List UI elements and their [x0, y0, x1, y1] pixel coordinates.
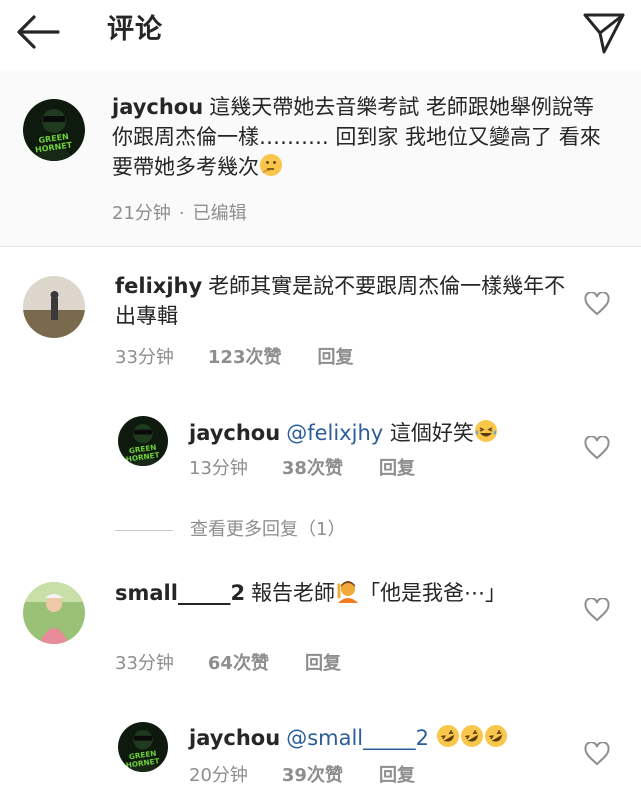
- heart-icon[interactable]: [584, 597, 610, 622]
- heart-icon[interactable]: [584, 291, 610, 316]
- avatar[interactable]: GREEN HORNET: [23, 99, 85, 161]
- green-hornet-avatar-icon: GREEN HORNET: [118, 722, 168, 772]
- view-more-label: 查看更多回复（1）: [190, 519, 346, 540]
- reply-button[interactable]: 回复: [317, 346, 353, 370]
- caption-time: 21分钟: [112, 203, 171, 224]
- heart-icon[interactable]: [584, 435, 610, 460]
- green-hornet-avatar-icon: GREEN HORNET: [23, 99, 85, 161]
- laughing-tears-icon: [474, 419, 498, 451]
- comment-username[interactable]: felixjhy: [115, 274, 202, 298]
- heart-icon[interactable]: [584, 741, 610, 766]
- person-raising-hand-icon: [335, 579, 359, 611]
- like-count[interactable]: 123次赞: [208, 346, 282, 370]
- top-bar: 评论: [0, 0, 641, 71]
- send-icon: [583, 13, 625, 54]
- landscape-avatar-icon: [23, 276, 85, 338]
- reply-time: 13分钟: [189, 458, 248, 479]
- reply-text: jaychou @small_____2: [189, 723, 579, 756]
- comment-username[interactable]: small_____2: [115, 581, 245, 605]
- comment-meta: 33分钟 64次赞 回复: [115, 652, 341, 676]
- reply-mention[interactable]: @small_____2: [286, 726, 429, 750]
- reply-mention[interactable]: @felixjhy: [286, 421, 383, 445]
- comment-meta: 33分钟 123次赞 回复: [115, 346, 353, 370]
- like-count[interactable]: 38次赞: [282, 457, 343, 481]
- divider-line: [115, 530, 173, 531]
- back-arrow-icon: [17, 15, 60, 49]
- comment-body-quote: 「他是我爸⋯」: [359, 581, 507, 605]
- rolling-laughing-icon: [460, 724, 484, 756]
- rolling-laughing-icon: [436, 724, 460, 756]
- reply-button[interactable]: 回复: [305, 652, 341, 676]
- green-hornet-avatar-icon: GREEN HORNET: [118, 416, 168, 466]
- post-caption: GREEN HORNET jaychou 這幾天帶她去音樂考試 老師跟她舉例說等你…: [0, 70, 641, 247]
- avatar[interactable]: GREEN HORNET: [118, 416, 168, 466]
- reply-button[interactable]: 回复: [379, 764, 415, 788]
- caption-text: jaychou 這幾天帶她去音樂考試 老師跟她舉例說等你跟周杰倫一樣………. 回到…: [112, 92, 612, 185]
- like-count[interactable]: 64次赞: [208, 652, 269, 676]
- page-title: 评论: [107, 14, 163, 45]
- back-button[interactable]: [14, 12, 62, 52]
- comment-time: 33分钟: [115, 653, 174, 674]
- reply-meta: 20分钟 39次赞 回复: [189, 764, 415, 788]
- reply-body: 這個好笑: [389, 421, 474, 445]
- caption-meta: 21分钟 · 已编辑: [112, 203, 247, 224]
- avatar[interactable]: [23, 276, 85, 338]
- comment-body: 報告老師: [251, 581, 336, 605]
- reply-username[interactable]: jaychou: [189, 421, 280, 445]
- reply-time: 20分钟: [189, 765, 248, 786]
- avatar[interactable]: [23, 582, 85, 644]
- reply-meta: 13分钟 38次赞 回复: [189, 457, 415, 481]
- reply-button[interactable]: 回复: [379, 457, 415, 481]
- rolling-laughing-icon: [484, 724, 508, 756]
- like-count[interactable]: 39次赞: [282, 764, 343, 788]
- comment-text: small_____2 報告老師 「他是我爸⋯」: [115, 578, 575, 611]
- view-more-replies[interactable]: 查看更多回复（1）: [115, 516, 415, 546]
- reply-username[interactable]: jaychou: [189, 726, 280, 750]
- caption-username[interactable]: jaychou: [112, 95, 203, 119]
- comment-text: felixjhy 老師其實是說不要跟周杰倫一樣幾年不出專輯: [115, 271, 575, 331]
- send-button[interactable]: [580, 8, 628, 56]
- comment-time: 33分钟: [115, 347, 174, 368]
- golfer-avatar-icon: [23, 582, 85, 644]
- edited-label: 已编辑: [192, 203, 247, 224]
- thinking-face-icon: [259, 153, 283, 185]
- reply-text: jaychou @felixjhy 這個好笑: [189, 418, 579, 451]
- avatar[interactable]: GREEN HORNET: [118, 722, 168, 772]
